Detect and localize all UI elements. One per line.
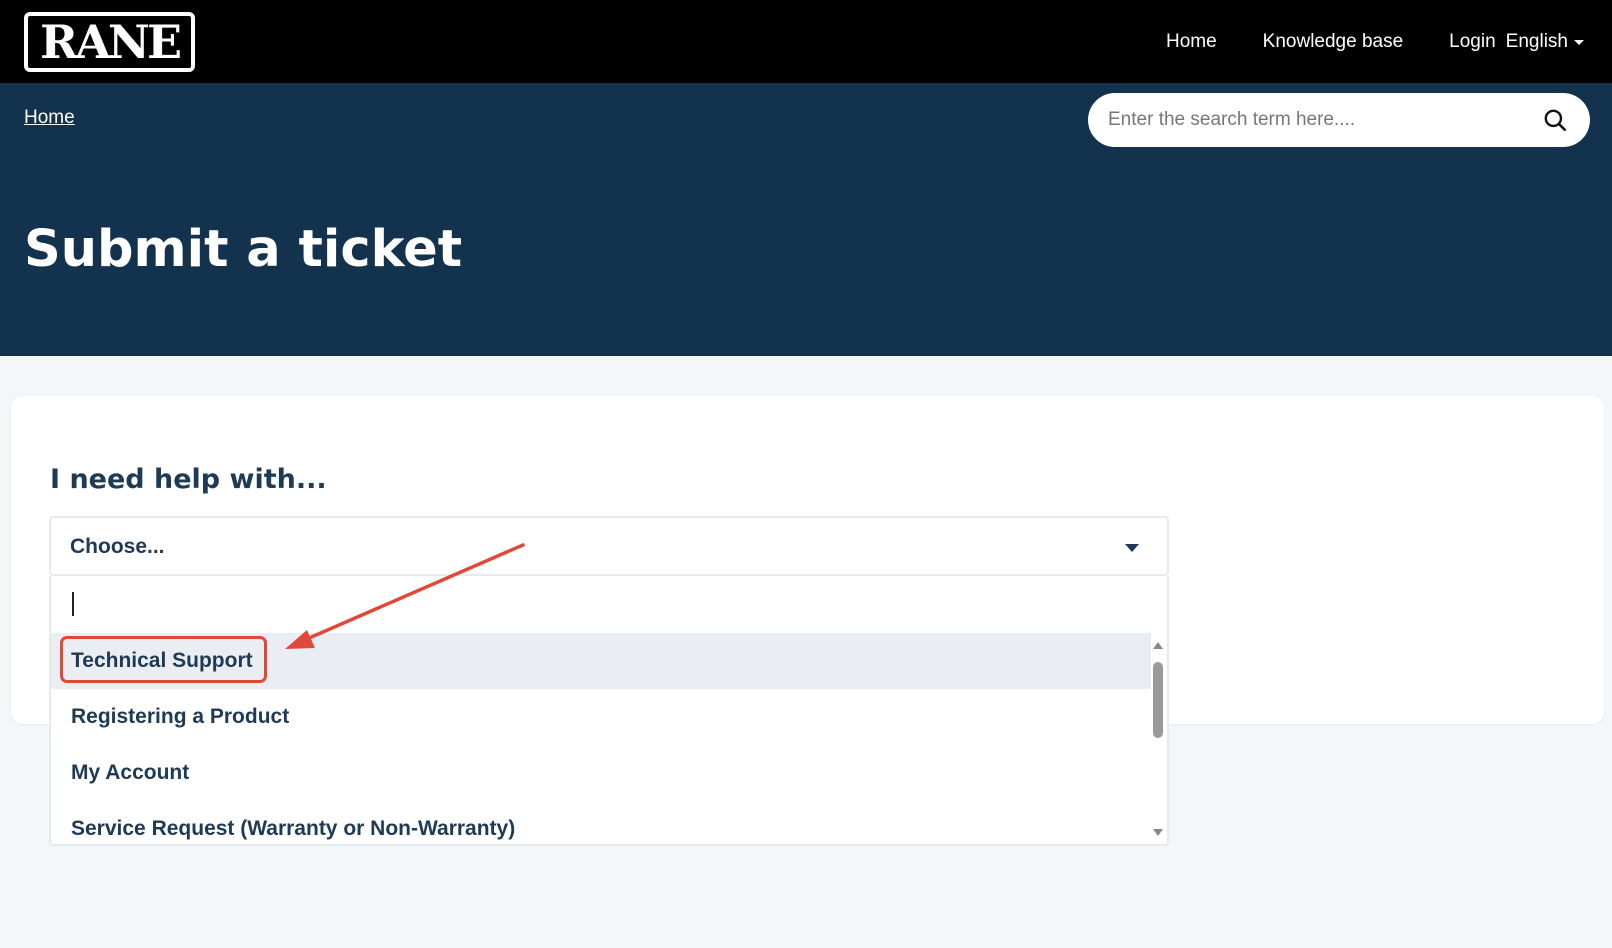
nav-home-link[interactable]: Home	[1166, 31, 1217, 53]
page-title: Submit a ticket	[24, 220, 463, 279]
search-bar	[1088, 93, 1590, 147]
breadcrumb-home-link[interactable]: Home	[24, 107, 75, 129]
select-current-value: Choose...	[70, 535, 165, 558]
dropdown-search	[51, 576, 1167, 632]
dropdown-options-list: Technical Support Registering a Product …	[51, 633, 1151, 844]
scroll-down-arrow-icon[interactable]	[1153, 829, 1163, 836]
rane-logo[interactable]: RANE	[24, 12, 195, 72]
language-selector[interactable]: English	[1506, 31, 1584, 53]
search-input[interactable]	[1108, 93, 1528, 147]
option-my-account[interactable]: My Account	[51, 745, 1151, 801]
nav-login-link[interactable]: Login	[1449, 31, 1496, 53]
option-service-request[interactable]: Service Request (Warranty or Non-Warrant…	[51, 801, 1151, 844]
help-topic-dropdown: Technical Support Registering a Product …	[49, 576, 1169, 846]
top-navigation-bar: RANE Home Knowledge base Login English	[0, 0, 1612, 83]
hero-banner: Home Submit a ticket	[0, 83, 1612, 356]
option-technical-support[interactable]: Technical Support	[51, 633, 1151, 689]
dropdown-search-input[interactable]	[51, 576, 1167, 632]
nav-knowledge-base-link[interactable]: Knowledge base	[1263, 31, 1404, 53]
text-cursor	[72, 592, 74, 616]
caret-down-icon	[1574, 40, 1584, 45]
option-registering-a-product[interactable]: Registering a Product	[51, 689, 1151, 745]
help-topic-label: I need help with...	[50, 464, 327, 495]
scroll-up-arrow-icon[interactable]	[1153, 642, 1163, 649]
scrollbar-thumb[interactable]	[1153, 662, 1163, 738]
chevron-down-icon	[1125, 544, 1139, 552]
search-icon[interactable]	[1542, 107, 1568, 133]
main-nav: Home Knowledge base Login English	[1166, 0, 1584, 83]
dropdown-scrollbar[interactable]	[1150, 636, 1166, 844]
help-topic-select[interactable]: Choose...	[49, 516, 1169, 576]
language-label: English	[1505, 30, 1568, 52]
